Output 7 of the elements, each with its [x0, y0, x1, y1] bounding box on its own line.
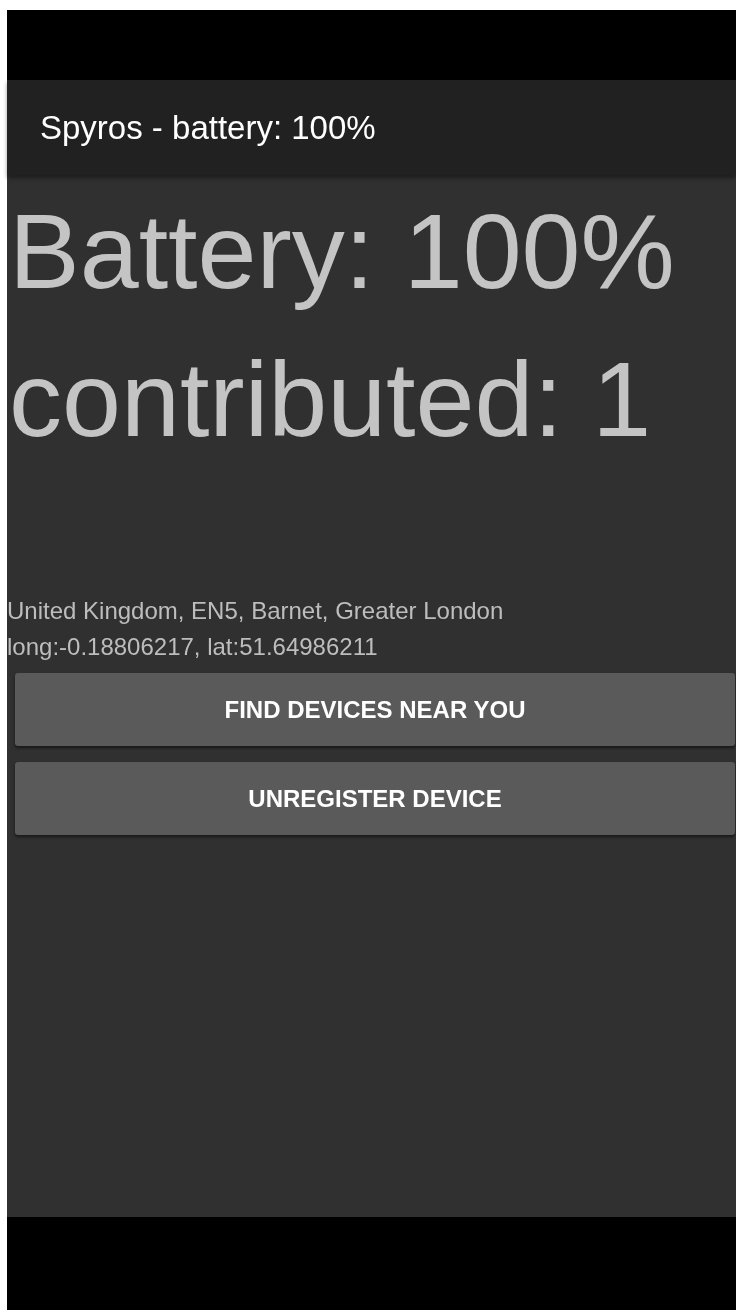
address-text: United Kingdom, EN5, Barnet, Greater London: [7, 596, 505, 626]
app-title: Spyros - battery: 100%: [40, 108, 376, 147]
action-button[interactable]: FIND DEVICES NEAR YOU: [15, 673, 735, 746]
action-button[interactable]: UNREGISTER DEVICE: [15, 762, 735, 835]
coordinates-text: long:-0.18806217, lat:51.64986211: [7, 632, 379, 662]
contributed-text: contributed: 1: [9, 339, 653, 460]
battery-text: Battery: 100%: [9, 191, 676, 312]
